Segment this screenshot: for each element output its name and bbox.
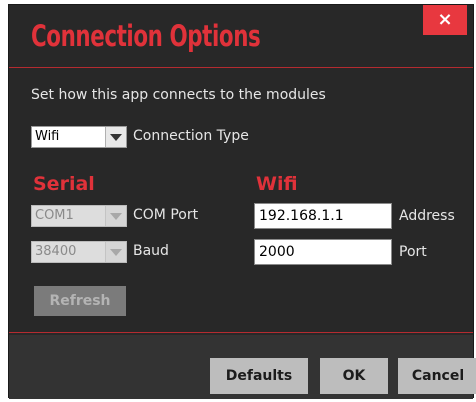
wifi-heading: Wifi [256, 173, 298, 195]
baud-select[interactable]: 38400 [31, 241, 127, 263]
baud-value: 38400 [35, 244, 77, 259]
wifi-address-label: Address [399, 208, 455, 224]
connection-type-value: Wifi [35, 129, 60, 144]
refresh-button[interactable]: Refresh [34, 286, 126, 316]
wifi-port-label: Port [399, 244, 427, 260]
close-button[interactable]: × [423, 5, 467, 35]
footer-divider [9, 332, 473, 333]
serial-heading: Serial [33, 173, 95, 195]
com-port-value: COM1 [35, 208, 74, 223]
baud-label: Baud [133, 243, 169, 259]
connection-options-dialog: Connection Options × Set how this app co… [8, 4, 476, 399]
wifi-port-input[interactable]: 2000 [254, 239, 392, 265]
cancel-button[interactable]: Cancel [398, 358, 476, 394]
connection-type-label: Connection Type [133, 128, 249, 144]
chevron-down-icon [105, 242, 126, 262]
com-port-select[interactable]: COM1 [31, 205, 127, 227]
close-icon: × [437, 9, 453, 30]
dialog-title: Connection Options [31, 19, 261, 53]
header-divider [9, 67, 473, 68]
wifi-address-input[interactable]: 192.168.1.1 [254, 203, 392, 229]
com-port-label: COM Port [133, 207, 199, 223]
ok-button[interactable]: OK [320, 358, 388, 394]
connection-type-select[interactable]: Wifi [31, 126, 127, 148]
dialog-description: Set how this app connects to the modules [31, 87, 326, 103]
defaults-button[interactable]: Defaults [210, 358, 308, 394]
chevron-down-icon [105, 127, 126, 147]
chevron-down-icon [105, 206, 126, 226]
